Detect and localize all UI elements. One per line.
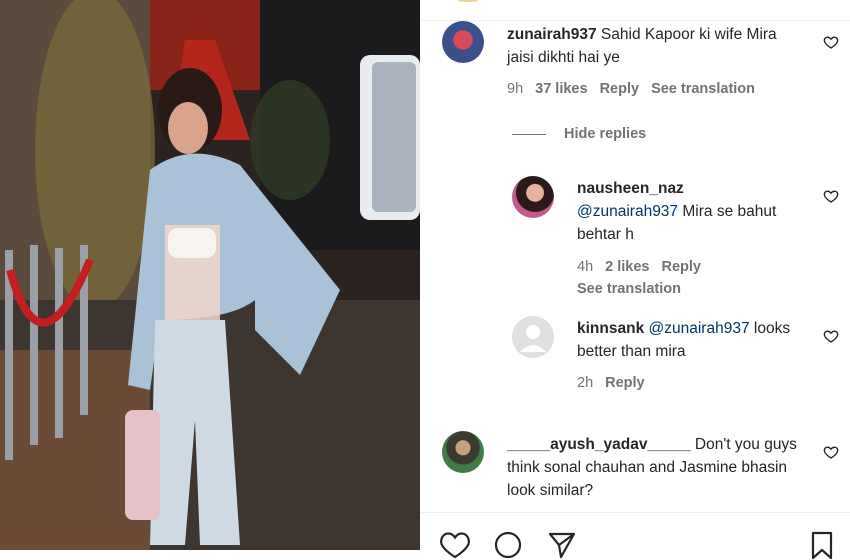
reply-username[interactable]: kinnsank: [577, 320, 644, 337]
avatar[interactable]: [442, 431, 484, 473]
post-owner-avatar: [450, 0, 486, 2]
reply-meta: 4h 2 likes Reply: [577, 259, 701, 275]
reply-mention[interactable]: @zunairah937: [577, 203, 678, 220]
post-photo-illustration: [0, 0, 420, 550]
comment-time: 9h: [507, 81, 524, 97]
share-icon[interactable]: [547, 530, 577, 560]
divider: [420, 20, 850, 21]
comment-text: _____ayush_yadav_____ Don't you guys thi…: [507, 433, 807, 502]
heart-icon[interactable]: [823, 444, 839, 460]
comment-likes[interactable]: 37 likes: [535, 81, 587, 97]
divider: [512, 133, 546, 135]
reply-button[interactable]: Reply: [661, 259, 701, 275]
avatar[interactable]: [512, 176, 554, 218]
reply-time: 4h: [577, 259, 594, 275]
avatar[interactable]: [512, 316, 554, 358]
comments-panel: zunairah937 Sahid Kapoor ki wife Mira ja…: [420, 0, 850, 560]
bookmark-icon[interactable]: [807, 530, 837, 560]
divider: [420, 512, 850, 513]
reply-time: 2h: [577, 375, 594, 391]
see-translation-button[interactable]: See translation: [651, 81, 755, 97]
comment-text: zunairah937 Sahid Kapoor ki wife Mira ja…: [507, 23, 807, 69]
reply-button[interactable]: Reply: [605, 375, 645, 391]
reply-text: kinnsank @zunairah937 looks better than …: [577, 317, 812, 363]
comment-icon[interactable]: [493, 530, 523, 560]
heart-icon[interactable]: [823, 188, 839, 204]
avatar[interactable]: [442, 21, 484, 63]
default-avatar-icon: [512, 316, 554, 358]
like-heart-icon[interactable]: [440, 530, 470, 560]
comment-username[interactable]: _____ayush_yadav_____: [507, 436, 691, 453]
reply-text: nausheen_naz @zunairah937 Mira se bahut …: [577, 177, 807, 246]
heart-icon[interactable]: [823, 328, 839, 344]
reply-mention[interactable]: @zunairah937: [649, 320, 750, 337]
reply-meta: 2h Reply: [577, 375, 645, 391]
comment-username[interactable]: zunairah937: [507, 26, 597, 43]
post-photo: [0, 0, 420, 550]
reply-button[interactable]: Reply: [600, 81, 640, 97]
hide-replies-label: Hide replies: [564, 126, 647, 142]
reply-username[interactable]: nausheen_naz: [577, 177, 807, 200]
see-translation-button[interactable]: See translation: [577, 281, 681, 297]
reply-likes[interactable]: 2 likes: [605, 259, 649, 275]
hide-replies-button[interactable]: Hide replies: [512, 126, 646, 142]
comment-meta: 9h 37 likes Reply See translation: [507, 81, 755, 97]
heart-icon[interactable]: [823, 34, 839, 50]
